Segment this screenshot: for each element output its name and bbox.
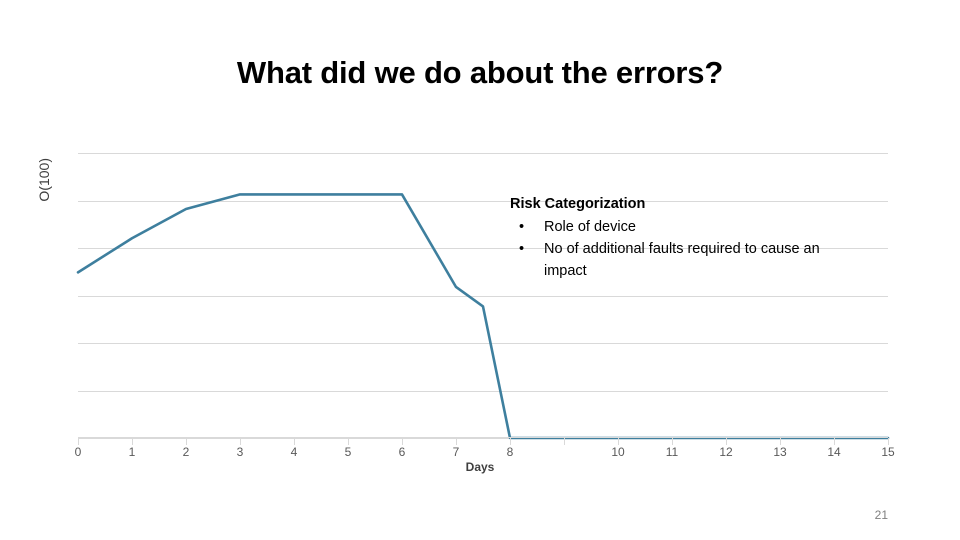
x-tick-label: 2 <box>182 445 190 459</box>
x-tick-label: 5 <box>344 445 352 459</box>
x-tick-mark <box>564 438 565 445</box>
x-tick-label: 7 <box>452 445 460 459</box>
x-tick-label: 6 <box>398 445 406 459</box>
x-tick-mark <box>186 438 187 445</box>
x-tick-mark <box>888 438 889 445</box>
x-tick-label: 15 <box>881 445 895 459</box>
x-tick-mark <box>834 438 835 445</box>
x-tick-mark <box>618 438 619 445</box>
page-number: 21 <box>874 508 888 522</box>
y-axis-title: O(100) <box>36 38 56 202</box>
x-tick-mark <box>402 438 403 445</box>
risk-categorization-callout: Risk Categorization • Role of device • No o… <box>510 193 860 282</box>
x-tick-label: 4 <box>290 445 298 459</box>
x-tick-label: 14 <box>827 445 841 459</box>
x-tick-mark <box>672 438 673 445</box>
bullet-icon: • <box>519 241 525 257</box>
x-tick-label: 13 <box>773 445 787 459</box>
x-tick-mark <box>348 438 349 445</box>
callout-bullet-list: • Role of device • No of additional faults … <box>510 216 860 282</box>
bullet-icon: • <box>519 219 525 235</box>
x-axis-title: Days <box>465 460 495 474</box>
x-tick-mark <box>456 438 457 445</box>
y-axis-title-label: O(100) <box>36 158 52 202</box>
x-tick-mark <box>132 438 133 445</box>
callout-bullet-text: No of additional faults required to caus… <box>544 241 820 279</box>
x-tick-mark <box>294 438 295 445</box>
callout-bullet-item: • Role of device <box>510 216 860 238</box>
x-tick-label: 12 <box>719 445 733 459</box>
x-tick-mark <box>780 438 781 445</box>
x-tick-label: 11 <box>665 445 679 459</box>
callout-bullet-item: • No of additional faults required to cau… <box>510 238 860 282</box>
x-tick-label: 10 <box>611 445 625 459</box>
x-tick-label: 0 <box>74 445 82 459</box>
x-tick-label: 3 <box>236 445 244 459</box>
callout-heading: Risk Categorization <box>510 196 646 212</box>
x-tick-label: 8 <box>506 445 514 459</box>
callout-bullet-text: Role of device <box>544 219 636 235</box>
x-tick-mark <box>240 438 241 445</box>
x-tick-label: 1 <box>128 445 136 459</box>
x-tick-mark <box>510 438 511 445</box>
x-tick-mark <box>78 438 79 445</box>
x-tick-mark <box>726 438 727 445</box>
page-title: What did we do about the errors? <box>236 55 724 90</box>
